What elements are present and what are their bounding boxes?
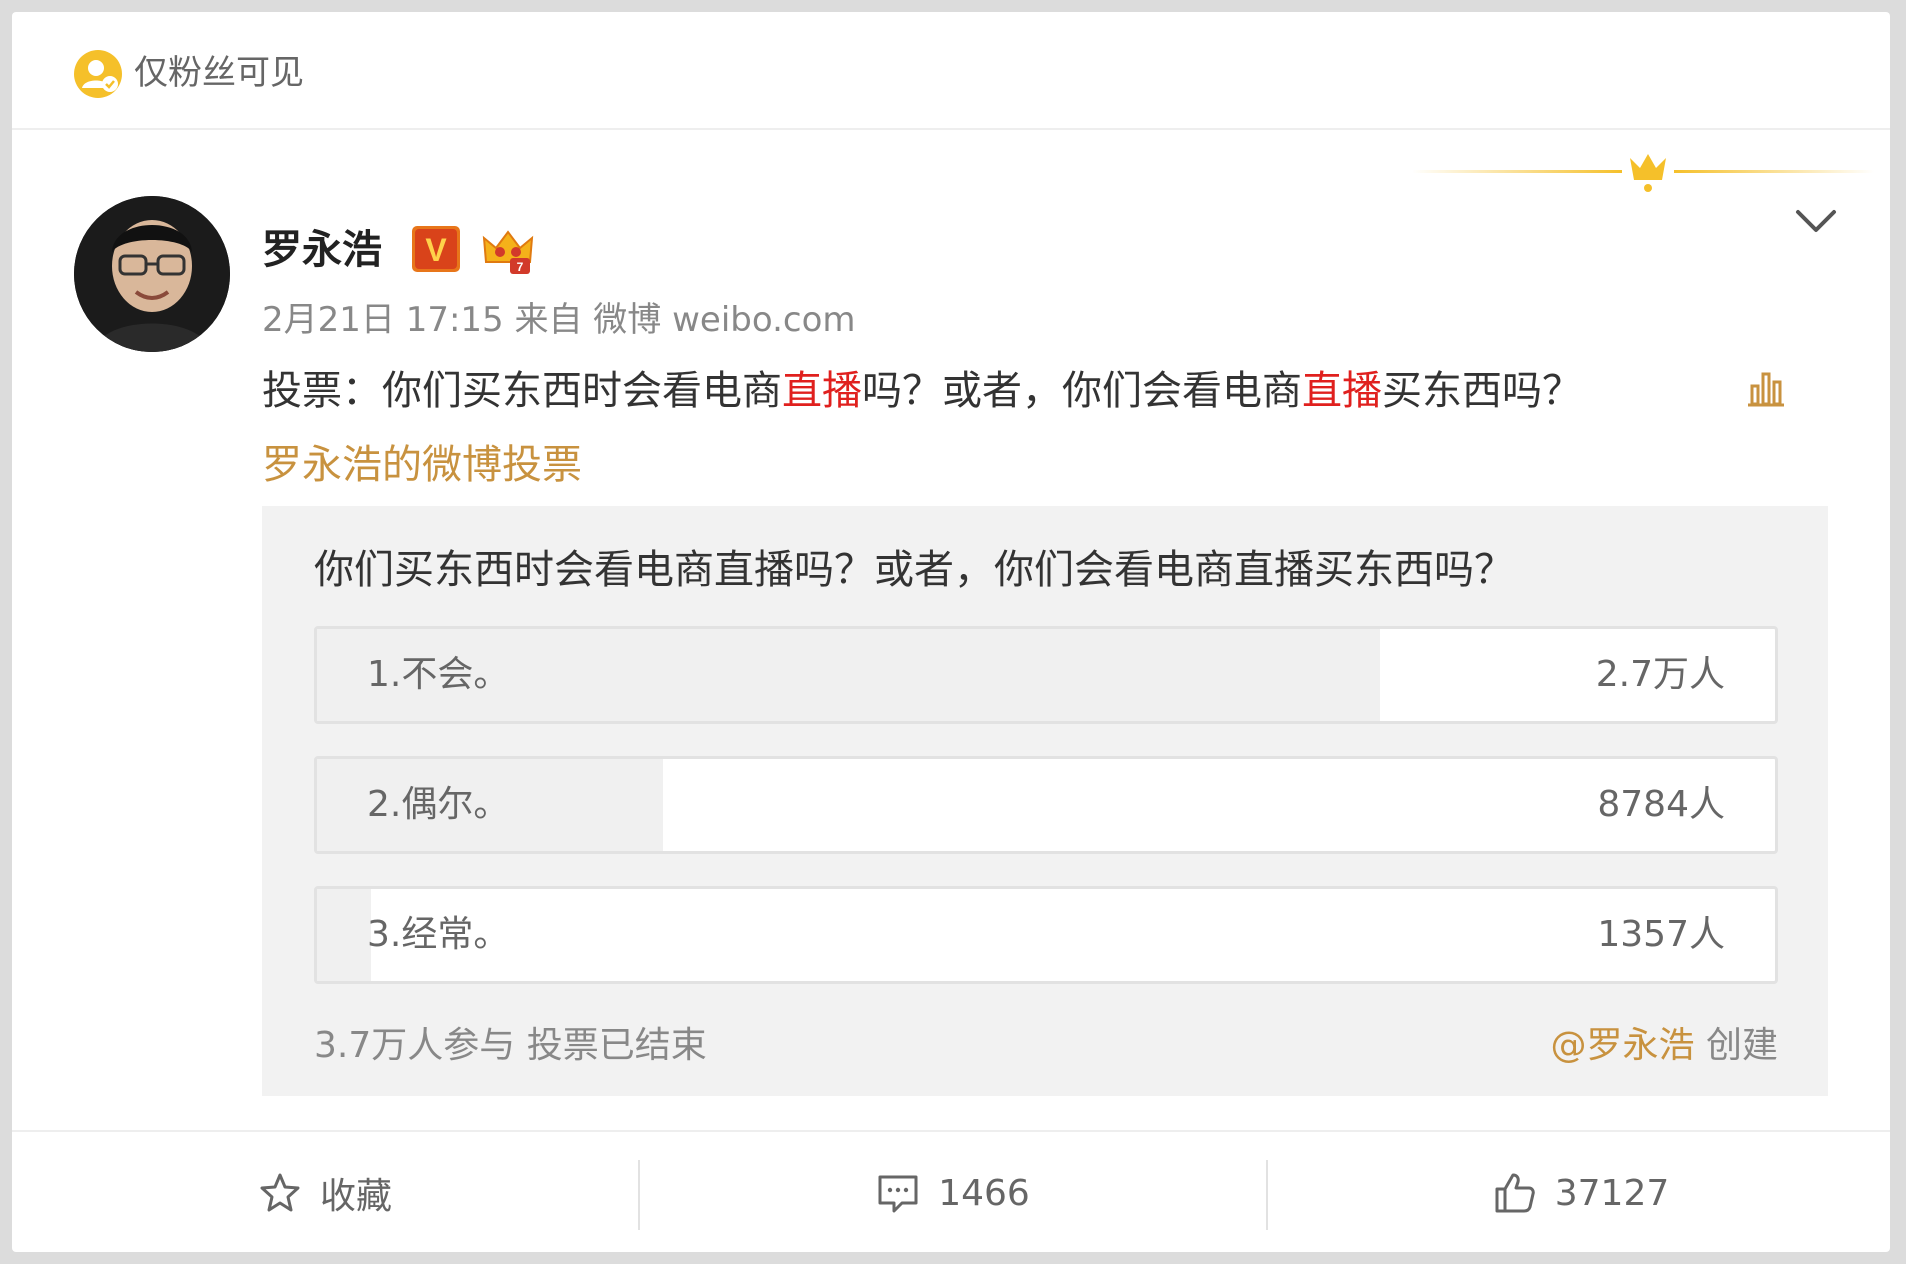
post-text-part: 投票：你们买东西时会看电商 bbox=[262, 368, 782, 414]
star-icon bbox=[260, 1173, 300, 1212]
like-button[interactable]: 37127 bbox=[1268, 1132, 1894, 1254]
post-text-part: 吗？或者，你们会看电商 bbox=[862, 368, 1302, 414]
avatar[interactable] bbox=[74, 196, 230, 352]
poll-option-label: 1.不会。 bbox=[367, 654, 510, 695]
creator-suffix: 创建 bbox=[1694, 1025, 1778, 1066]
svg-text:7: 7 bbox=[517, 260, 524, 274]
fans-only-icon bbox=[74, 50, 122, 98]
visibility-label: 仅粉丝可见 bbox=[134, 53, 304, 93]
poll-option-count: 1357人 bbox=[1597, 914, 1725, 955]
post-text: 投票：你们买东西时会看电商直播吗？或者，你们会看电商直播买东西吗？ bbox=[262, 362, 1582, 420]
poll-creator: @罗永浩 创建 bbox=[1551, 1020, 1778, 1072]
comment-icon bbox=[878, 1175, 918, 1213]
poll-option-bar bbox=[317, 889, 371, 981]
poll-option-label: 3.经常。 bbox=[367, 914, 510, 955]
verified-letter: V bbox=[425, 232, 447, 268]
poll-option-count: 8784人 bbox=[1597, 784, 1725, 825]
action-bar: 收藏 1466 37127 bbox=[12, 1130, 1890, 1252]
username[interactable]: 罗永浩 bbox=[262, 222, 382, 278]
avatar-portrait-icon bbox=[74, 196, 230, 352]
poll-option[interactable]: 3.经常。 1357人 bbox=[314, 886, 1778, 984]
comment-count: 1466 bbox=[938, 1172, 1030, 1214]
post-text-part: 买东西吗？ bbox=[1382, 368, 1582, 414]
verified-badge-icon: V bbox=[412, 226, 460, 272]
topic-highlight[interactable]: 直播 bbox=[782, 368, 862, 414]
favorite-label: 收藏 bbox=[319, 1176, 392, 1217]
crown-decoration-icon bbox=[1412, 154, 1874, 192]
vip-crown-icon: 7 bbox=[482, 230, 534, 274]
poll-option-count: 2.7万人 bbox=[1595, 654, 1725, 695]
topic-highlight[interactable]: 直播 bbox=[1302, 368, 1382, 414]
weibo-post-card: 仅粉丝可见 罗永浩 V 7 2月21日 17:15 来自 微博 weibo.co… bbox=[12, 12, 1890, 1252]
poll-option[interactable]: 2.偶尔。 8784人 bbox=[314, 756, 1778, 854]
favorite-button[interactable]: 收藏 bbox=[12, 1132, 638, 1254]
comment-button[interactable]: 1466 bbox=[640, 1132, 1266, 1254]
creator-link[interactable]: @罗永浩 bbox=[1551, 1025, 1695, 1066]
poll-question: 你们买东西时会看电商直播吗？或者，你们会看电商直播买东西吗？ bbox=[314, 547, 1514, 593]
chevron-down-icon[interactable] bbox=[1792, 204, 1840, 240]
post-meta: 2月21日 17:15 来自 微博 weibo.com bbox=[262, 300, 856, 340]
poll-option-label: 2.偶尔。 bbox=[367, 784, 510, 825]
poll-option[interactable]: 1.不会。 2.7万人 bbox=[314, 626, 1778, 724]
like-count: 37127 bbox=[1554, 1172, 1670, 1214]
bar-chart-icon[interactable] bbox=[1746, 368, 1786, 408]
poll-status: 3.7万人参与 投票已结束 bbox=[314, 1025, 707, 1066]
poll-card: 你们买东西时会看电商直播吗？或者，你们会看电商直播买东西吗？ 1.不会。 2.7… bbox=[262, 506, 1828, 1096]
vote-link[interactable]: 罗永浩的微博投票 bbox=[262, 436, 582, 494]
visibility-bar: 仅粉丝可见 bbox=[12, 12, 1890, 130]
thumbs-up-icon bbox=[1495, 1173, 1535, 1213]
